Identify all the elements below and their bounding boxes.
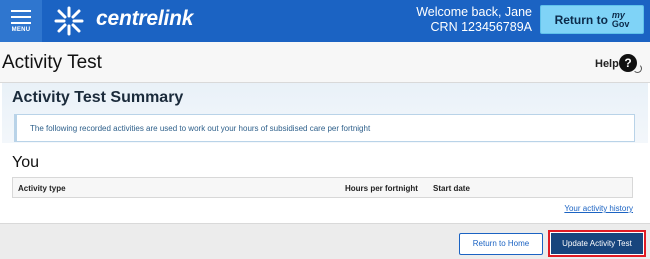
info-box: The following recorded activities are us…: [14, 114, 635, 142]
update-activity-test-button[interactable]: Update Activity Test: [551, 233, 643, 254]
return-to-mygov-button[interactable]: Return to my Gov: [540, 5, 644, 34]
menu-button[interactable]: MENU: [0, 0, 42, 42]
activity-summary-card: Activity Test Summary The following reco…: [0, 82, 650, 224]
mygov-logo: my Gov: [611, 10, 630, 29]
column-hours-per-fortnight: Hours per fortnight: [345, 184, 418, 193]
centrelink-star-icon: [54, 6, 84, 36]
menu-label: MENU: [11, 26, 31, 33]
summary-title: Activity Test Summary: [12, 89, 184, 106]
crn-text: CRN 123456789A: [430, 20, 532, 34]
return-to-label: Return to: [554, 12, 608, 27]
column-start-date: Start date: [433, 184, 470, 193]
mygov-gov: Gov: [611, 18, 630, 29]
activity-table-header: Activity type Hours per fortnight Start …: [12, 177, 633, 198]
you-section-title: You: [12, 154, 39, 171]
help-link[interactable]: Help: [595, 58, 619, 70]
top-header: MENU centrelink Welcome back, Jane CRN 1…: [0, 0, 650, 42]
summary-band: Activity Test Summary The following reco…: [2, 83, 648, 143]
welcome-block: Welcome back, Jane CRN 123456789A: [416, 5, 532, 35]
update-activity-test-highlight: Update Activity Test: [548, 230, 646, 257]
column-activity-type: Activity type: [18, 184, 66, 193]
welcome-text: Welcome back, Jane: [416, 5, 532, 19]
activity-history-link[interactable]: Your activity history: [564, 204, 633, 213]
page-title-bar: Activity Test Help ?: [0, 42, 650, 82]
help-icon-decoration: [633, 64, 642, 73]
return-to-home-button[interactable]: Return to Home: [459, 233, 543, 255]
brand-wordmark[interactable]: centrelink: [96, 7, 193, 31]
hamburger-icon: [11, 9, 31, 24]
page-title: Activity Test: [2, 52, 102, 73]
info-text: The following recorded activities are us…: [30, 124, 371, 133]
